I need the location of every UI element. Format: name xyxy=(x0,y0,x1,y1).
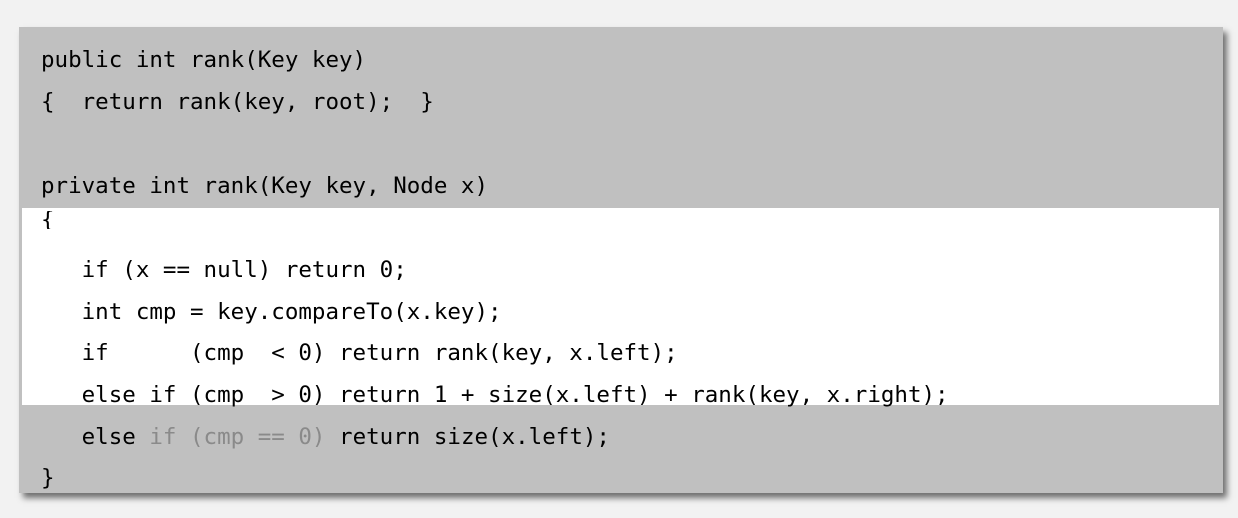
code-line-4: private int rank(Key key, Node x) xyxy=(41,173,489,199)
code-line-8: if (cmp < 0) return rank(key, x.left); xyxy=(41,340,678,366)
code-line-10-suffix: return size(x.left); xyxy=(325,424,610,450)
code-line-5: { xyxy=(41,211,55,229)
code-line-6: if (x == null) return 0; xyxy=(41,257,407,283)
code-line-11: } xyxy=(41,465,55,491)
code-line-1: public int rank(Key key) xyxy=(41,47,367,73)
code-line-7: int cmp = key.compareTo(x.key); xyxy=(41,299,502,325)
code-line-9: else if (cmp > 0) return 1 + size(x.left… xyxy=(41,382,949,408)
code-line-10-dim: if (cmp == 0) xyxy=(149,424,326,450)
code-line-10-prefix: else xyxy=(41,424,150,450)
code-line-2: { return rank(key, root); } xyxy=(41,89,434,115)
code-line-10: else if (cmp == 0) return size(x.left); xyxy=(41,421,610,453)
code-block: public int rank(Key key) { return rank(k… xyxy=(41,0,949,491)
